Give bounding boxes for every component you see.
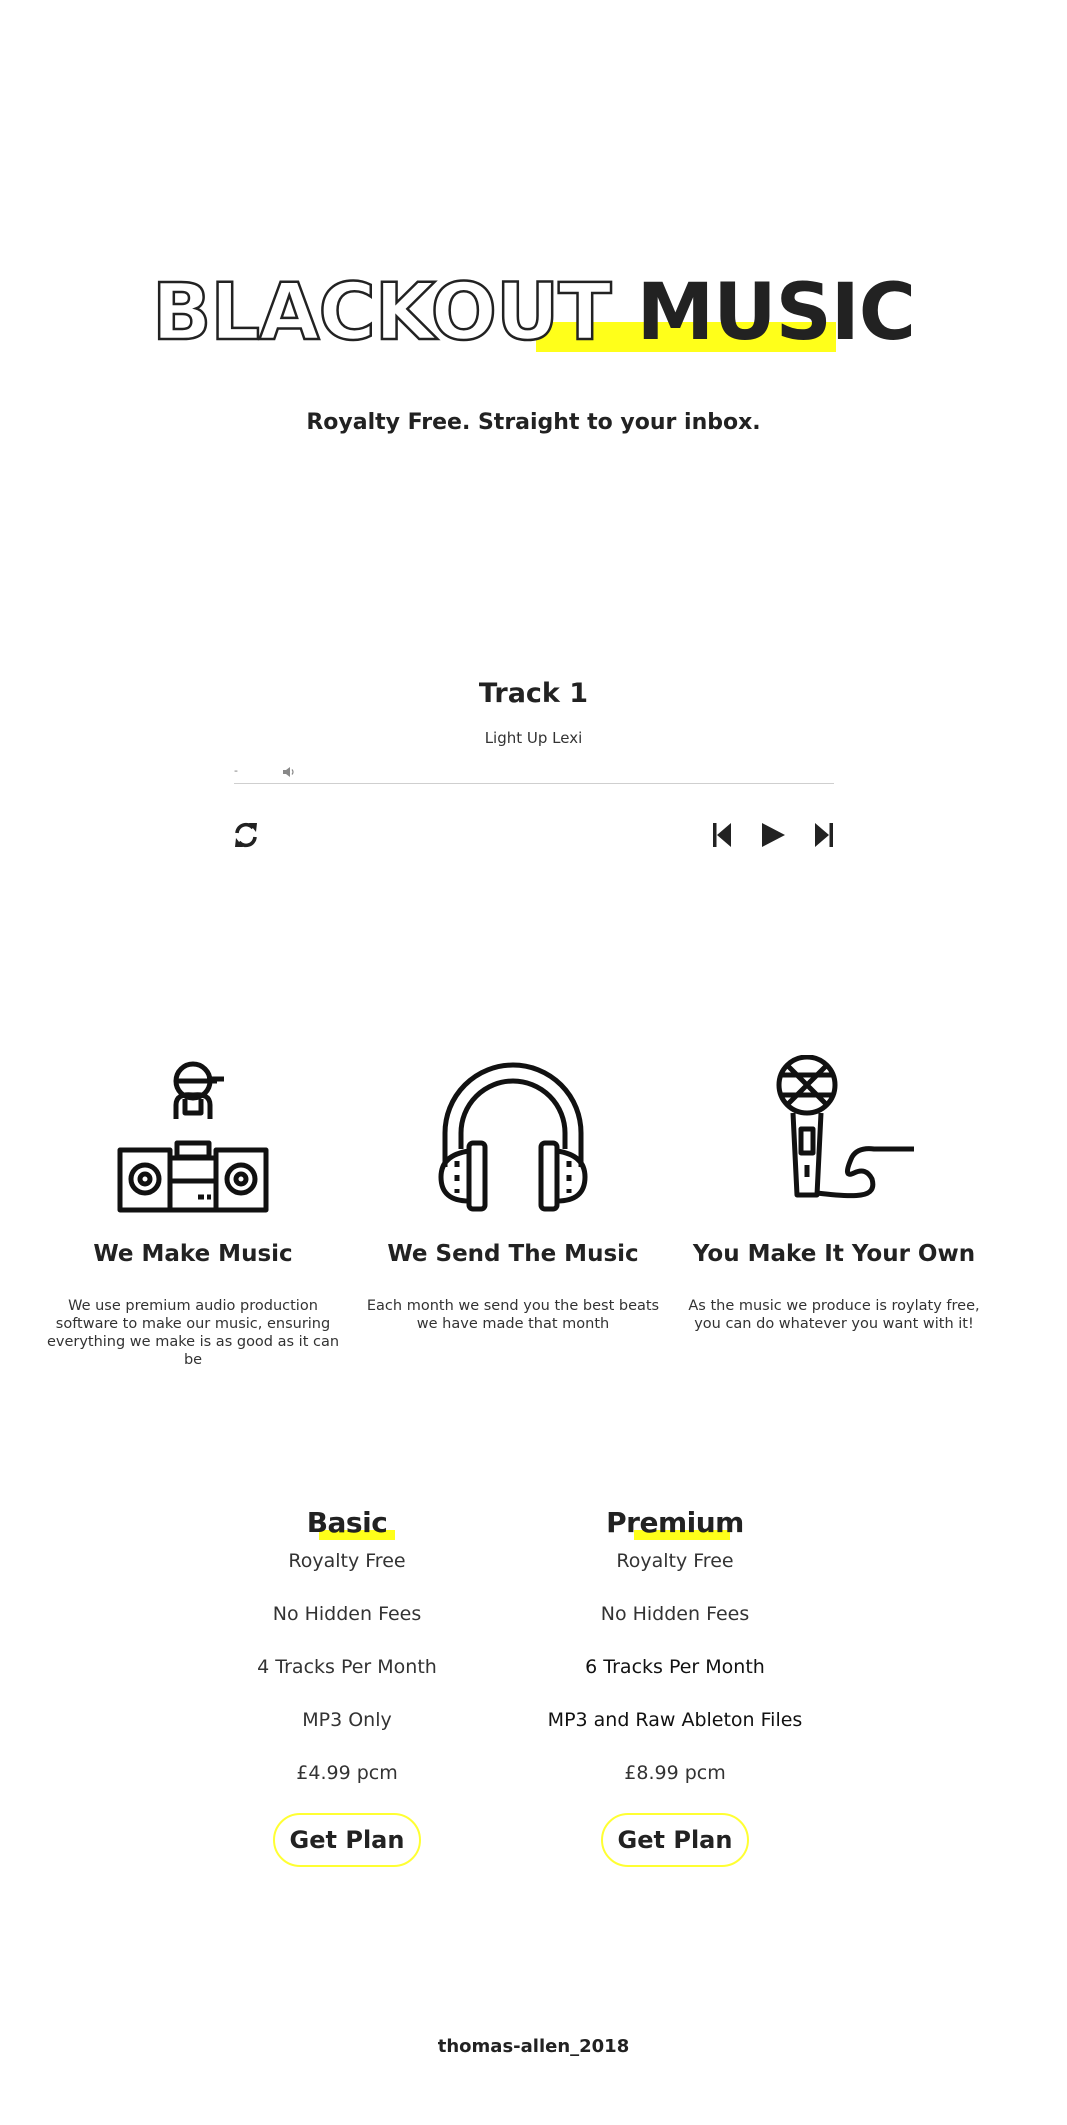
- plan-price: £8.99 pcm: [624, 1762, 726, 1784]
- skip-next-icon: [815, 823, 833, 847]
- plan-basic: Basic Royalty Free No Hidden Fees 4 Trac…: [197, 1505, 497, 1867]
- repeat-button[interactable]: [232, 820, 260, 850]
- get-plan-basic-button[interactable]: Get Plan: [273, 1813, 421, 1867]
- plan-feature: Royalty Free: [616, 1550, 734, 1572]
- plan-premium: Premium Royalty Free No Hidden Fees 6 Tr…: [525, 1505, 825, 1867]
- progress-bar[interactable]: [234, 783, 834, 784]
- hero-subtitle: Royalty Free. Straight to your inbox.: [306, 410, 761, 435]
- feature-title: You Make It Your Own: [692, 1241, 976, 1267]
- plan-name: Premium: [606, 1506, 744, 1540]
- play-icon: [762, 823, 785, 847]
- get-plan-premium-button[interactable]: Get Plan: [601, 1813, 749, 1867]
- track-artist: Light Up Lexi: [484, 729, 583, 747]
- title-outline-word: BLACKOUT: [151, 267, 613, 360]
- plan-feature: Royalty Free: [288, 1550, 406, 1572]
- plan-name: Basic: [307, 1505, 396, 1541]
- plan-feature-list: Royalty Free No Hidden Fees 6 Tracks Per…: [525, 1546, 825, 1811]
- page-title: BLACKOUT MUSIC: [0, 267, 1067, 360]
- plan-feature: MP3 and Raw Ableton Files: [547, 1709, 803, 1731]
- plan-feature: No Hidden Fees: [600, 1603, 750, 1625]
- feature-make-music: We Make Music We use premium audio produ…: [33, 1055, 353, 1369]
- footer-credit: thomas-allen_2018: [437, 2036, 630, 2057]
- feature-text: Each month we send you the best beats we…: [366, 1298, 660, 1332]
- plan-feature: 6 Tracks Per Month: [585, 1656, 765, 1678]
- plan-feature: 4 Tracks Per Month: [257, 1656, 437, 1678]
- microphone-icon: [776, 1055, 914, 1199]
- skip-previous-icon: [713, 823, 731, 847]
- headphones-icon: [438, 1062, 588, 1212]
- plan-feature: No Hidden Fees: [272, 1603, 422, 1625]
- repeat-icon: [235, 822, 257, 848]
- volume-icon[interactable]: [282, 765, 296, 777]
- feature-make-own: You Make It Your Own As the music we pro…: [674, 1055, 994, 1333]
- plan-feature-list: Royalty Free No Hidden Fees 4 Tracks Per…: [197, 1546, 497, 1811]
- feature-title: We Make Music: [93, 1241, 293, 1267]
- dj-turntables-icon: [117, 1061, 269, 1213]
- feature-send-music: We Send The Music Each month we send you…: [353, 1055, 673, 1333]
- feature-text: We use premium audio production software…: [46, 1298, 340, 1368]
- next-track-button[interactable]: [814, 822, 834, 848]
- play-button[interactable]: [760, 822, 786, 848]
- track-title: Track 1: [478, 678, 589, 709]
- title-solid-word: MUSIC: [636, 268, 916, 358]
- time-readout: -: [234, 764, 238, 777]
- feature-title: We Send The Music: [387, 1241, 639, 1267]
- feature-text: As the music we produce is roylaty free,…: [688, 1298, 980, 1332]
- plan-price: £4.99 pcm: [296, 1762, 398, 1784]
- plan-feature: MP3 Only: [302, 1709, 392, 1731]
- previous-track-button[interactable]: [712, 822, 732, 848]
